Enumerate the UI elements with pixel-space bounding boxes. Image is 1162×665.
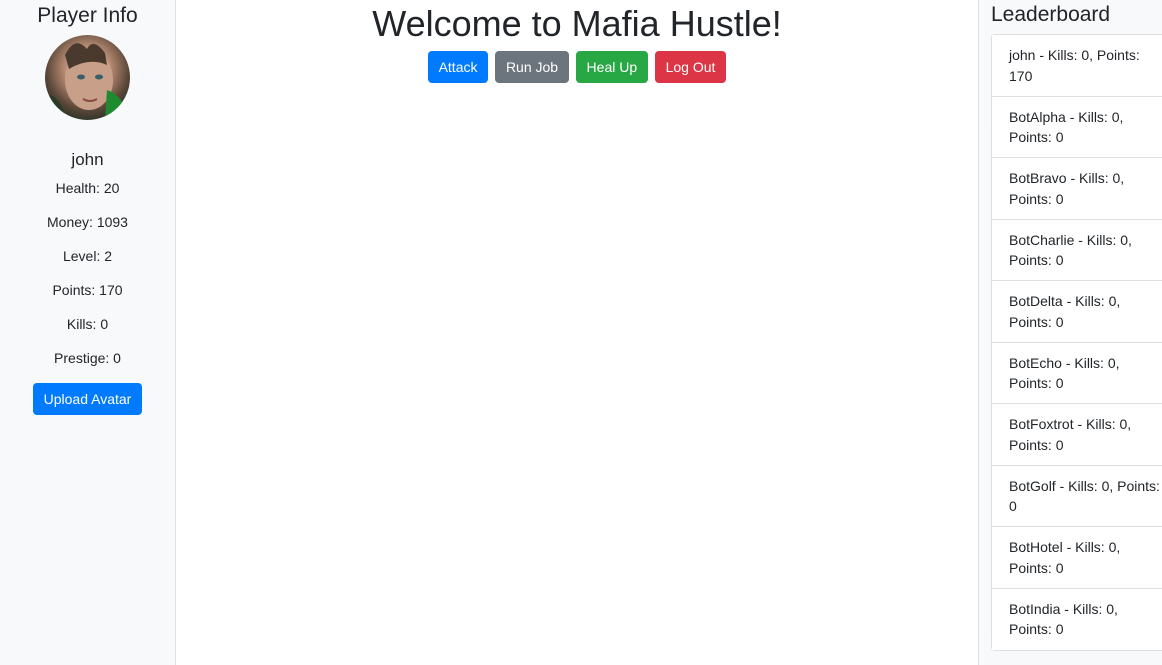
avatar-portrait-image	[45, 43, 130, 120]
leaderboard-panel: Leaderboard john - Kills: 0, Points: 170…	[978, 0, 1162, 665]
page-title: Welcome to Mafia Hustle!	[372, 3, 782, 44]
player-info-sidebar: Player Info john Health: 20 Money: 1093 …	[0, 0, 176, 665]
leaderboard-entry: BotDelta - Kills: 0, Points: 0	[992, 281, 1162, 343]
player-info-heading: Player Info	[37, 4, 138, 27]
log-out-button[interactable]: Log Out	[654, 51, 727, 83]
leaderboard-entry: BotBravo - Kills: 0, Points: 0	[992, 158, 1162, 220]
run-job-button[interactable]: Run Job	[494, 51, 570, 83]
avatar	[45, 35, 130, 120]
stat-prestige: Prestige: 0	[54, 350, 121, 366]
leaderboard-entry: BotEcho - Kills: 0, Points: 0	[992, 342, 1162, 404]
stat-level: Level: 2	[62, 248, 113, 264]
leaderboard-entry: BotFoxtrot - Kills: 0, Points: 0	[992, 404, 1162, 466]
attack-button[interactable]: Attack	[427, 51, 489, 83]
app-layout: Player Info john Health: 20 Money: 1093 …	[0, 0, 1162, 665]
upload-avatar-button[interactable]: Upload Avatar	[32, 383, 143, 415]
leaderboard-entry: john - Kills: 0, Points: 170	[992, 35, 1162, 97]
leaderboard-list: john - Kills: 0, Points: 170 BotAlpha - …	[991, 34, 1162, 651]
leaderboard-heading: Leaderboard	[991, 3, 1111, 26]
stat-money: Money: 1093	[47, 214, 128, 230]
stat-points: Points: 170	[52, 282, 123, 298]
stat-kills: Kills: 0	[66, 316, 109, 332]
leaderboard-entry: BotAlpha - Kills: 0, Points: 0	[992, 96, 1162, 158]
leaderboard-entry: BotIndia - Kills: 0, Points: 0	[992, 588, 1162, 650]
main-content: Welcome to Mafia Hustle! Attack Run Job …	[176, 0, 978, 665]
action-bar: Attack Run Job Heal Up Log Out	[176, 51, 978, 83]
leaderboard-entry: BotHotel - Kills: 0, Points: 0	[992, 527, 1162, 589]
player-name: john	[71, 150, 104, 169]
leaderboard-entry: BotGolf - Kills: 0, Points: 0	[992, 465, 1162, 527]
stat-health: Health: 20	[55, 180, 120, 196]
leaderboard-entry: BotCharlie - Kills: 0, Points: 0	[992, 219, 1162, 281]
heal-up-button[interactable]: Heal Up	[575, 51, 649, 83]
